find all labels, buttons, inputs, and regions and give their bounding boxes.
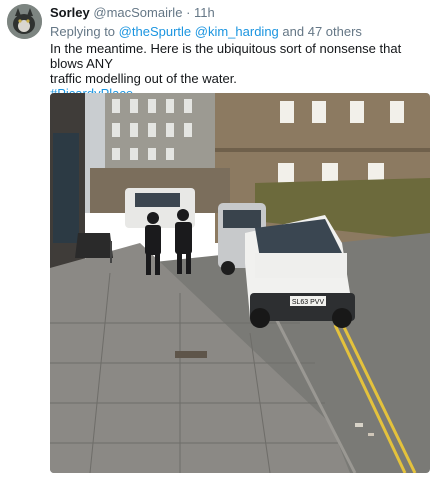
reply-mention-thespurtle[interactable]: @theSpurtle [119, 24, 191, 39]
tweet-text: In the meantime. Here is the ubiquitous … [50, 41, 435, 101]
tweet-text-line-2: traffic modelling out of the water. [50, 71, 237, 86]
author-name[interactable]: Sorley [50, 5, 90, 20]
tweet-photo[interactable]: SL63 PVV [50, 93, 430, 473]
reply-prefix: Replying to [50, 24, 116, 39]
separator-dot: · [186, 5, 191, 20]
author-handle[interactable]: @macSomairle [93, 5, 182, 20]
tweet-text-line-1: In the meantime. Here is the ubiquitous … [50, 41, 402, 71]
reply-context: Replying to @theSpurtle @kim_harding and… [50, 24, 362, 40]
tweet-header: Sorley @macSomairle · 11h [50, 5, 215, 21]
van-number-plate: SL63 PVV [292, 299, 325, 306]
tweet: Sorley @macSomairle · 11h Replying to @t… [0, 0, 442, 481]
reply-others[interactable]: and 47 others [282, 24, 362, 39]
avatar[interactable] [7, 4, 42, 39]
reply-mention-kim-harding[interactable]: @kim_harding [195, 24, 279, 39]
tweet-timestamp[interactable]: 11h [194, 5, 215, 20]
